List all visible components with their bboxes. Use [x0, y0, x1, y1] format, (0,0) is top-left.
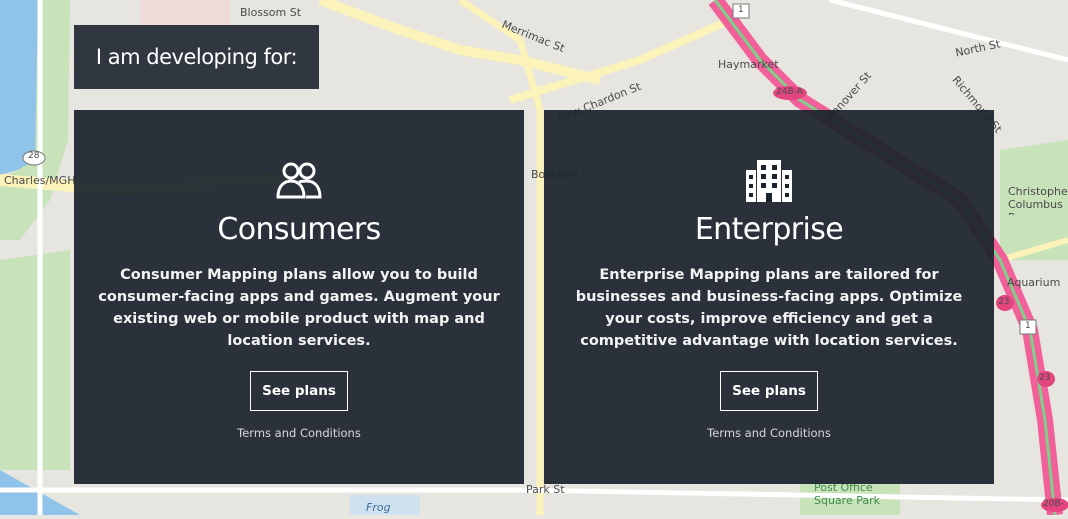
exit-20b-shield: 20B- — [1043, 499, 1064, 509]
map-label-post-office-square: Post Office Square Park — [814, 481, 880, 507]
consumers-card: Consumers Consumer Mapping plans allow y… — [74, 110, 524, 484]
map-label-charles-mgh: Charles/MGH — [4, 174, 76, 187]
route-23-shield-south: 23 — [1039, 373, 1051, 383]
route-28-shield: 28 — [28, 151, 40, 161]
enterprise-description: Enterprise Mapping plans are tailored fo… — [575, 267, 963, 349]
route-1-shield-south: 1 — [1025, 321, 1031, 331]
consumers-terms-link[interactable]: Terms and Conditions — [74, 426, 524, 440]
consumers-see-plans-button[interactable]: See plans — [250, 371, 348, 411]
map-label-aquarium: Aquarium — [1007, 276, 1061, 289]
map-label-blossom-st: Blossom St — [240, 6, 302, 19]
building-icon — [746, 160, 792, 206]
route-1-shield: 1 — [738, 5, 744, 15]
consumers-description: Consumer Mapping plans allow you to buil… — [98, 267, 500, 349]
consumers-title: Consumers — [217, 212, 381, 247]
exit-24b-a-shield: 24B-A — [776, 87, 803, 97]
enterprise-card: Enterprise Enterprise Mapping plans are … — [544, 110, 994, 484]
enterprise-title: Enterprise — [694, 212, 844, 247]
enterprise-terms-link[interactable]: Terms and Conditions — [544, 426, 994, 440]
map-label-frog: Frog — [366, 501, 391, 514]
developing-for-heading-box: I am developing for: — [74, 25, 319, 89]
route-23-shield: 23 — [998, 297, 1010, 307]
map-label-haymarket: Haymarket — [718, 58, 779, 71]
enterprise-see-plans-button[interactable]: See plans — [720, 371, 818, 411]
map-label-christopher-columbus-park: Christopher Columbus Pa — [1008, 185, 1068, 215]
people-icon — [275, 160, 323, 204]
page-title: I am developing for: — [95, 45, 298, 69]
map-label-park-st: Park St — [526, 483, 565, 496]
